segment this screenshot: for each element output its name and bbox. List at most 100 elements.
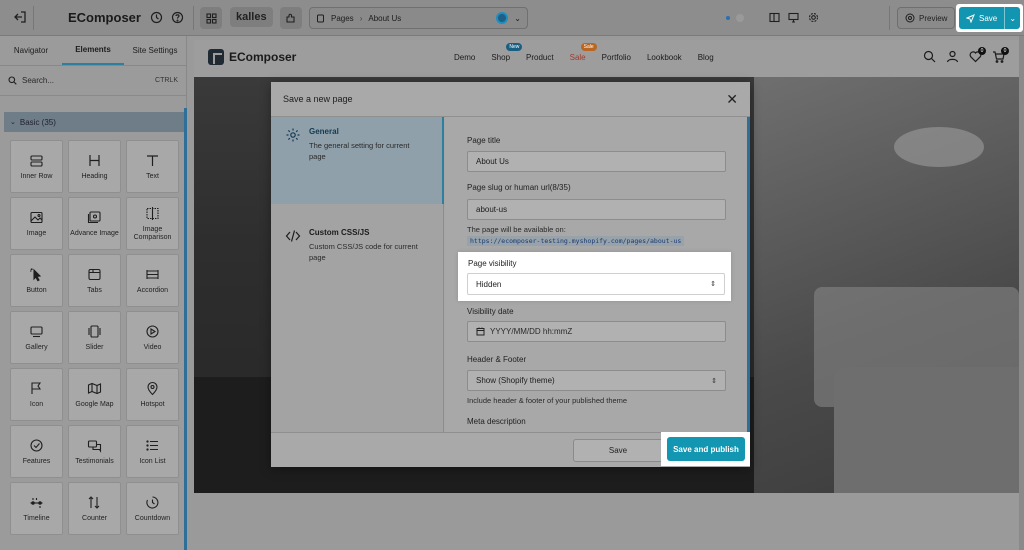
element-slider[interactable]: Slider (68, 311, 121, 364)
help-icon[interactable] (171, 11, 184, 24)
gear-icon (286, 128, 300, 142)
element-heading[interactable]: Heading (68, 140, 121, 193)
slider-icon (88, 325, 101, 338)
page-selector-section: Pages (331, 13, 354, 23)
nav-shop[interactable]: Shop New (491, 43, 523, 62)
store-header: EComposer Demo Shop New Product Sale Sale … (194, 40, 1019, 77)
modal-tab-general-title: General (309, 127, 339, 136)
element-label: Icon (29, 400, 44, 408)
element-features[interactable]: Features (10, 425, 63, 478)
preview-label: Preview (919, 13, 948, 23)
modal-header: Save a new page ✕ (271, 82, 750, 117)
history-icon[interactable] (150, 11, 163, 24)
element-button[interactable]: Button (10, 254, 63, 307)
store-nav: Demo Shop New Product Sale Sale Portfolio … (454, 43, 714, 62)
store-logo[interactable]: kalles (230, 7, 273, 27)
store-search-icon[interactable] (923, 50, 936, 63)
modal-save-button[interactable]: Save (573, 439, 663, 462)
element-image[interactable]: Image (10, 197, 63, 250)
save-button[interactable]: Save ⌄ (959, 7, 1021, 29)
nav-sale-label: Sale (569, 53, 586, 62)
modal-tab-custom-code-desc: Custom CSS/JS code for current page (309, 242, 418, 262)
element-gallery[interactable]: Gallery (10, 311, 63, 364)
element-video[interactable]: Video (126, 311, 179, 364)
desktop-view-icon[interactable] (788, 12, 799, 23)
sidebar-tabs: Navigator Elements Site Settings (0, 36, 186, 66)
hotspot-icon (147, 381, 158, 395)
text-icon (147, 155, 158, 166)
search-input[interactable]: Search... (22, 76, 150, 85)
exit-icon[interactable] (13, 10, 27, 24)
element-icon[interactable]: Icon (10, 368, 63, 421)
page-url-note: The page will be available on: (467, 225, 566, 234)
group-basic-header[interactable]: ⌄ Basic (35) (4, 112, 186, 132)
element-accordion[interactable]: Accordion (126, 254, 179, 307)
flag-icon (31, 382, 42, 394)
nav-sale[interactable]: Sale Sale (569, 43, 597, 62)
visibility-date-placeholder: YYYY/MM/DD hh:mmZ (490, 327, 573, 336)
page-title-label: Page title (467, 136, 501, 145)
element-advance-image[interactable]: Advance Image (68, 197, 121, 250)
element-countdown[interactable]: Countdown (126, 482, 179, 535)
element-tabs[interactable]: Tabs (68, 254, 121, 307)
account-icon[interactable] (946, 50, 959, 63)
sidebar-scrollbar[interactable] (184, 108, 187, 550)
element-label: Slider (85, 343, 104, 351)
page-slug-label: Page slug or human url(8/35) (467, 183, 571, 192)
cart-icon[interactable]: 0 (992, 47, 1009, 63)
element-timeline[interactable]: Timeline (10, 482, 63, 535)
canvas-empty-area (194, 493, 1019, 550)
store-logo-icon (208, 49, 224, 65)
status-dot-icon (496, 12, 509, 24)
wishlist-icon[interactable]: 0 (969, 47, 986, 63)
layout-icon[interactable] (769, 12, 780, 23)
modal-tab-custom-code[interactable]: Custom CSS/JS Custom CSS/JS code for cur… (271, 218, 444, 288)
nav-blog[interactable]: Blog (698, 53, 714, 62)
page-slug-input[interactable]: about-us (467, 199, 726, 220)
header-footer-select[interactable]: Show (Shopify theme) ⇕ (467, 370, 726, 391)
accordion-icon (146, 269, 159, 279)
page-title-input[interactable]: About Us (467, 151, 726, 172)
tab-elements[interactable]: Elements (62, 36, 124, 65)
element-inner-row[interactable]: Inner Row (10, 140, 63, 193)
element-testimonials[interactable]: Testimonials (68, 425, 121, 478)
visibility-date-input[interactable]: YYYY/MM/DD hh:mmZ (467, 321, 726, 342)
extension-icon[interactable] (280, 7, 302, 29)
element-label: Testimonials (75, 457, 114, 465)
page-visibility-select[interactable]: Hidden ⇕ (467, 273, 725, 295)
modal-scrollbar[interactable] (747, 117, 750, 432)
element-image-comparison[interactable]: Image Comparison (126, 197, 179, 250)
select-arrows-icon: ⇕ (710, 281, 716, 288)
save-and-publish-button[interactable]: Save and publish (667, 437, 745, 461)
tab-navigator[interactable]: Navigator (0, 36, 62, 65)
nav-lookbook[interactable]: Lookbook (647, 53, 682, 62)
nav-product[interactable]: Product (526, 53, 554, 62)
tabs-icon (88, 268, 101, 280)
chevron-down-icon: ⌄ (10, 119, 16, 126)
element-icon-list[interactable]: Icon List (126, 425, 179, 478)
map-icon (87, 382, 102, 394)
pages-icon (316, 14, 325, 23)
element-google-map[interactable]: Google Map (68, 368, 121, 421)
save-options-chevron-icon[interactable]: ⌄ (1004, 7, 1020, 29)
settings-gear-icon[interactable] (808, 12, 819, 23)
element-counter[interactable]: Counter (68, 482, 121, 535)
page-url-link[interactable]: https://ecomposer-testing.myshopify.com/… (467, 236, 685, 246)
nav-portfolio[interactable]: Portfolio (602, 53, 631, 62)
close-icon[interactable]: ✕ (726, 92, 738, 106)
element-search[interactable]: Search... CTRLK (0, 66, 186, 96)
button-icon (30, 268, 42, 281)
modal-title: Save a new page (283, 94, 353, 104)
tab-site-settings[interactable]: Site Settings (124, 36, 186, 65)
element-label: Heading (81, 172, 108, 180)
page-selector[interactable]: Pages › About Us ⌄ (309, 7, 528, 29)
modal-tabs: General The general setting for current … (271, 117, 444, 432)
element-hotspot[interactable]: Hotspot (126, 368, 179, 421)
preview-button[interactable]: Preview (897, 7, 956, 29)
apps-grid-icon[interactable] (200, 7, 222, 29)
nav-demo[interactable]: Demo (454, 53, 475, 62)
element-text[interactable]: Text (126, 140, 179, 193)
store-logo[interactable]: EComposer (208, 49, 296, 65)
modal-tab-general[interactable]: General The general setting for current … (271, 117, 444, 204)
eye-icon (905, 13, 915, 23)
